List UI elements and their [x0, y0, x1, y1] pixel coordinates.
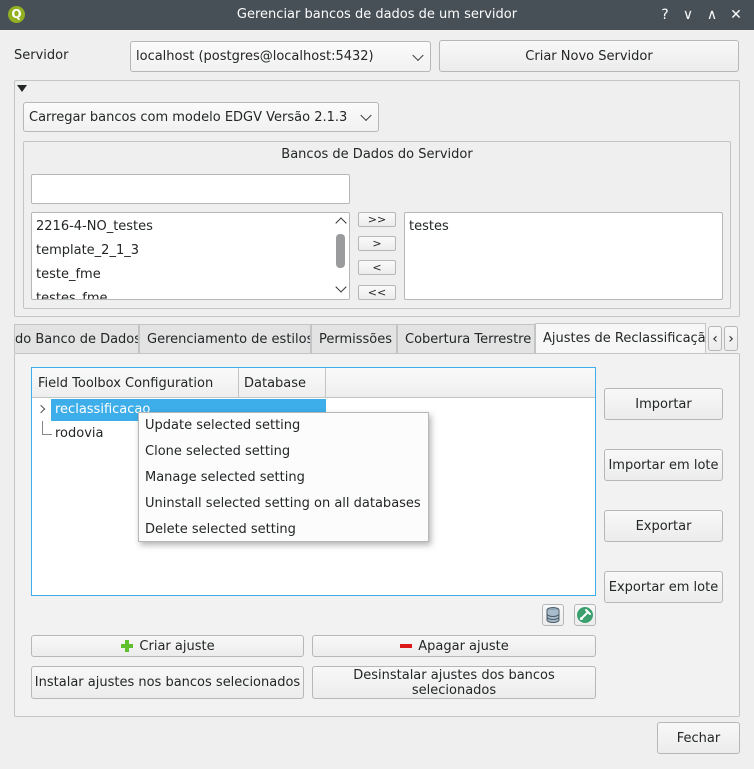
install-settings-button[interactable]: Instalar ajustes nos bancos selecionados: [31, 666, 304, 699]
plus-icon: [121, 640, 134, 652]
tree-branch-line: [42, 421, 43, 434]
import-batch-button[interactable]: Importar em lote: [604, 449, 723, 481]
tree-item[interactable]: reclassificacao: [55, 402, 150, 417]
settings-tool-icon-button[interactable]: [574, 604, 596, 626]
tab-permissoes[interactable]: Permissões: [311, 324, 397, 353]
new-server-button[interactable]: Criar Novo Servidor: [439, 40, 739, 72]
move-all-left-button[interactable]: <<: [358, 285, 396, 300]
list-item[interactable]: template_2_1_3: [36, 243, 139, 258]
scrollbar-handle[interactable]: [336, 234, 345, 268]
move-right-button[interactable]: >: [358, 236, 396, 251]
close-window-button[interactable]: ✕: [727, 5, 745, 25]
maximize-button[interactable]: ∧: [703, 5, 721, 25]
tab-scroll-right-button[interactable]: ›: [724, 326, 738, 351]
tree-header-configuration[interactable]: Field Toolbox Configuration: [38, 376, 213, 391]
server-label: Servidor: [14, 48, 69, 63]
selected-databases-list[interactable]: testes: [404, 212, 723, 300]
move-left-button[interactable]: <: [358, 260, 396, 275]
database-icon: [546, 607, 560, 623]
tab-label: Cobertura Terrestre: [405, 331, 532, 347]
tab-ajustes-reclassificacao[interactable]: Ajustes de Reclassificação: [535, 323, 706, 353]
menu-item-update[interactable]: Update selected setting: [145, 418, 300, 433]
create-setting-label: Criar ajuste: [139, 638, 215, 654]
load-model-combo[interactable]: Carregar bancos com modelo EDGV Versão 2…: [23, 102, 379, 132]
tab-gerenciamento-estilos[interactable]: Gerenciamento de estilos: [139, 324, 311, 353]
menu-item-clone[interactable]: Clone selected setting: [145, 444, 290, 459]
tab-cobertura-terrestre[interactable]: Cobertura Terrestre: [397, 324, 535, 353]
chevron-down-icon: [412, 49, 424, 61]
delete-setting-button[interactable]: Apagar ajuste: [312, 635, 596, 657]
close-button[interactable]: Fechar: [657, 722, 740, 754]
collapse-arrow-icon[interactable]: [17, 85, 27, 92]
server-databases-title: Bancos de Dados do Servidor: [281, 147, 473, 162]
server-combo-value: localhost (postgres@localhost:5432): [136, 49, 374, 64]
list-item[interactable]: teste_fme: [36, 267, 101, 282]
menu-item-manage[interactable]: Manage selected setting: [145, 470, 305, 485]
menu-item-uninstall[interactable]: Uninstall selected setting on all databa…: [145, 496, 421, 511]
tab-label: Ajustes de Reclassificação: [543, 331, 706, 346]
tree-branch-line: [42, 434, 52, 435]
database-icon-button[interactable]: [542, 604, 564, 626]
tab-label: Permissões: [319, 331, 393, 347]
title-bar: Q Gerenciar bancos de dados de um servid…: [0, 0, 754, 30]
load-model-combo-value: Carregar bancos com modelo EDGV Versão 2…: [29, 109, 348, 125]
minus-icon: [400, 644, 413, 648]
tab-label: do Banco de Dados: [15, 331, 139, 347]
database-filter-input[interactable]: [31, 174, 350, 204]
chevron-down-icon: [360, 109, 372, 122]
header-divider: [325, 368, 326, 398]
list-item[interactable]: 2216-4-NO_testes: [36, 219, 153, 234]
menu-item-delete[interactable]: Delete selected setting: [145, 522, 296, 537]
import-button[interactable]: Importar: [604, 388, 723, 420]
scroll-up-icon[interactable]: [335, 217, 347, 229]
tree-header-database[interactable]: Database: [244, 376, 306, 391]
context-menu: Update selected setting Clone selected s…: [138, 412, 429, 542]
scroll-down-icon[interactable]: [335, 281, 347, 293]
server-combo[interactable]: localhost (postgres@localhost:5432): [130, 41, 431, 72]
list-item[interactable]: testes: [409, 219, 449, 234]
header-divider: [238, 368, 239, 398]
tree-item[interactable]: rodovia: [55, 426, 104, 441]
export-batch-button[interactable]: Exportar em lote: [604, 571, 723, 603]
expand-arrow-icon[interactable]: [36, 404, 46, 414]
tab-scroll-left-button[interactable]: ‹: [708, 326, 722, 351]
help-button[interactable]: ?: [656, 5, 674, 25]
export-button[interactable]: Exportar: [604, 510, 723, 542]
minimize-button[interactable]: ∨: [679, 5, 697, 25]
delete-setting-label: Apagar ajuste: [418, 638, 509, 654]
tab-label: Gerenciamento de estilos: [147, 331, 311, 347]
available-databases-list[interactable]: 2216-4-NO_testes template_2_1_3 teste_fm…: [31, 212, 350, 300]
list-item[interactable]: testes_fme: [36, 291, 107, 299]
tab-banco-de-dados[interactable]: do Banco de Dados: [14, 324, 139, 353]
uninstall-settings-button[interactable]: Desinstalar ajustes dos bancos seleciona…: [312, 666, 596, 699]
window-title: Gerenciar bancos de dados de um servidor: [236, 7, 518, 22]
tools-icon: [577, 607, 593, 623]
create-setting-button[interactable]: Criar ajuste: [31, 635, 304, 657]
move-all-right-button[interactable]: >>: [358, 212, 396, 227]
